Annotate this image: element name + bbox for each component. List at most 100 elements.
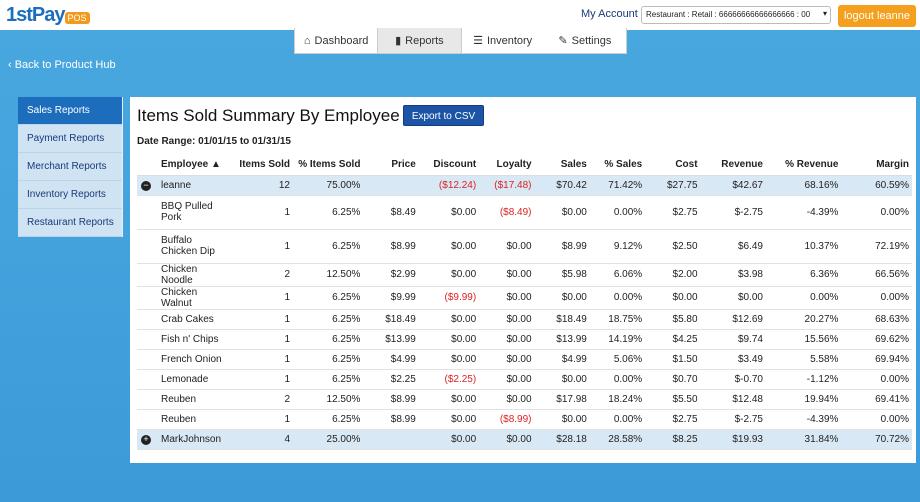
cell: $0.00	[479, 389, 535, 410]
cell: 0.00%	[589, 286, 646, 310]
wrench-icon: ✎	[558, 35, 568, 47]
collapse-icon[interactable]: −	[141, 180, 151, 191]
cell	[363, 175, 419, 196]
logout-button[interactable]: logout leanne	[838, 5, 916, 27]
table-header-row: Employee ▲ Items Sold% Items Sold Price Dis…	[137, 154, 912, 176]
bar-chart-icon: ▮	[395, 35, 402, 47]
cell	[363, 429, 419, 450]
column-header[interactable]: Employee ▲	[137, 154, 228, 176]
nav-tab-reports[interactable]: ▮ Reports	[377, 28, 462, 53]
cell: $9.99	[363, 286, 419, 310]
cell: 2	[227, 263, 293, 287]
cell: ($2.25)	[418, 369, 480, 390]
cell: 60.59%	[841, 175, 912, 196]
cell: 0.00%	[765, 286, 842, 310]
expand-icon[interactable]: +	[141, 434, 151, 445]
cell: $2.00	[645, 263, 701, 287]
cell: 18.75%	[589, 309, 646, 330]
logo-text: 1stPay	[6, 4, 65, 26]
cell: $0.00	[418, 195, 480, 230]
row-label-text: MarkJohnson	[161, 433, 222, 445]
cell: 6.25%	[293, 369, 364, 390]
cell: 12.50%	[293, 389, 364, 410]
table-row: French Onion 1 6.25% $4.99 $0.00 $0.00 $4.99 5.…	[137, 349, 912, 370]
cell: 69.62%	[841, 329, 912, 350]
column-header[interactable]: Loyalty	[479, 154, 535, 176]
column-header[interactable]: % Sales	[589, 154, 646, 176]
column-header[interactable]: Items Sold	[227, 154, 293, 176]
cell: 68.16%	[765, 175, 842, 196]
home-icon: ⌂	[303, 34, 311, 47]
cell: $18.49	[363, 309, 419, 330]
cell: 9.12%	[589, 229, 646, 264]
column-header[interactable]: Discount	[418, 154, 480, 176]
report-panel: Items Sold Summary By Employee Export to…	[130, 97, 916, 463]
nav-tab-label: Settings	[571, 34, 612, 47]
back-to-product-hub-link[interactable]: ‹ Back to Product Hub	[8, 59, 116, 71]
nav-tab-dashboard[interactable]: ⌂ Dashboard	[295, 28, 377, 53]
my-account-link[interactable]: My Account	[581, 8, 638, 20]
sidebar-item-payment-reports[interactable]: Payment Reports	[18, 125, 122, 153]
employee-group-row[interactable]: − leanne 12 75.00% ($12.24) ($17.48) $70.42 71.…	[137, 175, 912, 196]
cell: $5.80	[645, 309, 701, 330]
sidebar-item-merchant-reports[interactable]: Merchant Reports	[18, 153, 122, 181]
logo[interactable]: 1stPay POS	[6, 4, 90, 27]
cell: 6.25%	[293, 229, 364, 264]
row-label-text: Chicken Walnut	[161, 286, 198, 309]
cell: $6.49	[700, 229, 766, 264]
cell: 5.58%	[765, 349, 842, 370]
row-label: BBQ Pulled Pork	[137, 195, 228, 230]
cell: 2	[227, 389, 293, 410]
column-header[interactable]: % Revenue	[765, 154, 842, 176]
column-header[interactable]: Price	[363, 154, 419, 176]
logo-badge: POS	[64, 12, 90, 24]
cell: $0.00	[479, 329, 535, 350]
cell: 0.00%	[589, 409, 646, 430]
column-header[interactable]: Revenue	[700, 154, 766, 176]
main-nav: ⌂ Dashboard ▮ Reports ☰ Inventory ✎ Settings	[294, 28, 627, 54]
cell: $0.00	[418, 263, 480, 287]
cell: 10.37%	[765, 229, 842, 264]
cell: 69.94%	[841, 349, 912, 370]
table-row: Lemonade 1 6.25% $2.25 ($2.25) $0.00 $0.00 0.00…	[137, 369, 912, 390]
sidebar-item-inventory-reports[interactable]: Inventory Reports	[18, 181, 122, 209]
employee-group-row[interactable]: + MarkJohnson 4 25.00% $0.00 $0.00 $28.18 28.58…	[137, 429, 912, 450]
column-header[interactable]: Margin	[841, 154, 912, 176]
cell: -4.39%	[765, 409, 842, 430]
export-csv-button[interactable]: Export to CSV	[403, 105, 484, 126]
column-header[interactable]: Sales	[534, 154, 590, 176]
table-row: Chicken Noodle 2 12.50% $2.99 $0.00 $0.00 $5.9…	[137, 263, 912, 287]
cell: -4.39%	[765, 195, 842, 230]
cell: $8.99	[534, 229, 590, 264]
cell: ($9.99)	[418, 286, 480, 310]
cell: $0.00	[418, 309, 480, 330]
nav-tab-inventory[interactable]: ☰ Inventory	[462, 28, 544, 53]
cell: $0.00	[418, 329, 480, 350]
cell: 15.56%	[765, 329, 842, 350]
cell: $8.25	[645, 429, 701, 450]
row-label: Reuben	[137, 389, 228, 410]
store-select[interactable]: Restaurant : Retail : 66666666666666666 …	[641, 6, 831, 24]
cell: 6.25%	[293, 195, 364, 230]
column-header[interactable]: Cost	[645, 154, 701, 176]
nav-tab-settings[interactable]: ✎ Settings	[544, 28, 626, 53]
sidebar-item-sales-reports[interactable]: Sales Reports	[18, 97, 122, 125]
cell: 6.36%	[765, 263, 842, 287]
row-label-text: Reuben	[161, 413, 197, 425]
cell: 0.00%	[841, 409, 912, 430]
row-label: Reuben	[137, 409, 228, 430]
column-header[interactable]: % Items Sold	[293, 154, 364, 176]
cell: $5.50	[645, 389, 701, 410]
cell: $0.00	[479, 229, 535, 264]
cell: 14.19%	[589, 329, 646, 350]
cell: $0.00	[534, 409, 590, 430]
cell: 19.94%	[765, 389, 842, 410]
cell: $2.75	[645, 409, 701, 430]
row-label: − leanne	[137, 175, 228, 196]
sidebar-item-restaurant-reports[interactable]: Restaurant Reports	[18, 209, 122, 237]
cell: 25.00%	[293, 429, 364, 450]
cell: 1	[227, 369, 293, 390]
cell: $4.99	[534, 349, 590, 370]
cell: $70.42	[534, 175, 590, 196]
cell: 0.00%	[841, 369, 912, 390]
